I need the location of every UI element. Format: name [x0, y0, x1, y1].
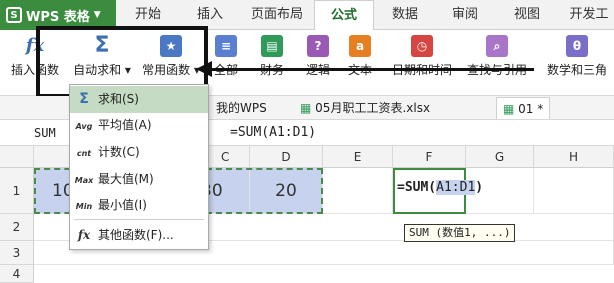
math-label: 数学和三角 — [546, 63, 607, 77]
menu-item-average[interactable]: Avg 平均值(A) — [70, 112, 208, 139]
search-icon: ⌕ — [486, 35, 508, 57]
datetime-button[interactable]: ◷ 日期和时间 — [386, 32, 458, 84]
text-button[interactable]: a 文本 — [340, 32, 380, 84]
question-icon: ? — [307, 35, 329, 57]
menu-item-more-functions[interactable]: fx 其他函数(F)... — [70, 222, 208, 249]
spreadsheet-icon: ▦ — [300, 101, 312, 115]
finance-icon: ▤ — [261, 35, 283, 57]
column-header-f[interactable]: F — [393, 146, 466, 168]
count-icon: cnt — [76, 149, 92, 158]
clock-icon: ◷ — [411, 35, 433, 57]
logic-button[interactable]: ? 逻辑 — [298, 32, 338, 84]
doc-tab-salary[interactable]: ▦ 05月职工工资表.xlsx — [294, 97, 436, 119]
finance-button[interactable]: ▤ 财务 — [252, 32, 292, 84]
column-header-d[interactable]: D — [250, 146, 323, 168]
chevron-down-icon: ▼ — [93, 10, 101, 20]
tab-page-layout[interactable]: 页面布局 — [246, 0, 308, 30]
menu-item-sum[interactable]: Σ 求和(S) — [70, 86, 208, 113]
cell-e1[interactable] — [323, 168, 393, 214]
list-icon: ≡ — [215, 35, 237, 57]
menu-item-count[interactable]: cnt 计数(C) — [70, 139, 208, 166]
row-header-4[interactable]: 4 — [0, 265, 34, 283]
column-header-e[interactable]: E — [323, 146, 393, 168]
tab-data[interactable]: 数据 — [382, 0, 428, 30]
min-icon: Min — [75, 202, 93, 211]
row-header-2[interactable]: 2 — [0, 214, 34, 241]
math-button[interactable]: θ 数学和三角 — [542, 32, 612, 84]
tab-review[interactable]: 审阅 — [442, 0, 488, 30]
lookup-button[interactable]: ⌕ 查找与引用 — [462, 32, 532, 84]
formula-input[interactable]: =SUM(A1:D1) — [230, 121, 316, 145]
sigma-icon: Σ — [79, 91, 89, 107]
row-header-1[interactable]: 1 — [0, 168, 34, 214]
annotation-arrow-line — [200, 68, 534, 71]
function-tooltip: SUM (数值1, ...) — [404, 224, 516, 242]
tab-formulas[interactable]: 公式 — [314, 0, 374, 31]
wps-logo-icon: S — [6, 7, 22, 23]
spreadsheet-icon: ▦ — [503, 102, 515, 116]
column-header-h[interactable]: H — [534, 146, 614, 168]
cell-f1-formula: =SUM(A1:D1) — [397, 180, 484, 195]
all-functions-button[interactable]: ≡ 全部 — [206, 32, 246, 84]
tab-view[interactable]: 视图 — [504, 0, 550, 30]
menu-item-min[interactable]: Min 最小值(I) — [70, 192, 208, 219]
tab-developer[interactable]: 开发工 — [564, 0, 614, 30]
max-icon: Max — [74, 176, 94, 185]
doc-tab-mywps[interactable]: 我的WPS — [210, 97, 273, 119]
row-header-3[interactable]: 3 — [0, 241, 34, 265]
cell-h1[interactable] — [534, 168, 614, 214]
name-box[interactable]: SUM — [0, 121, 75, 145]
average-icon: Avg — [75, 122, 93, 131]
text-icon: a — [349, 35, 371, 57]
column-header-g[interactable]: G — [466, 146, 534, 168]
menu-separator — [74, 219, 204, 220]
select-all-corner[interactable] — [0, 146, 34, 168]
menu-item-max[interactable]: Max 最大值(M) — [70, 166, 208, 193]
app-name: WPS 表格 — [26, 9, 90, 25]
theta-icon: θ — [566, 35, 588, 57]
doc-tab-current[interactable]: ▦ 01 * — [496, 97, 551, 119]
fx-icon: fx — [77, 228, 91, 242]
